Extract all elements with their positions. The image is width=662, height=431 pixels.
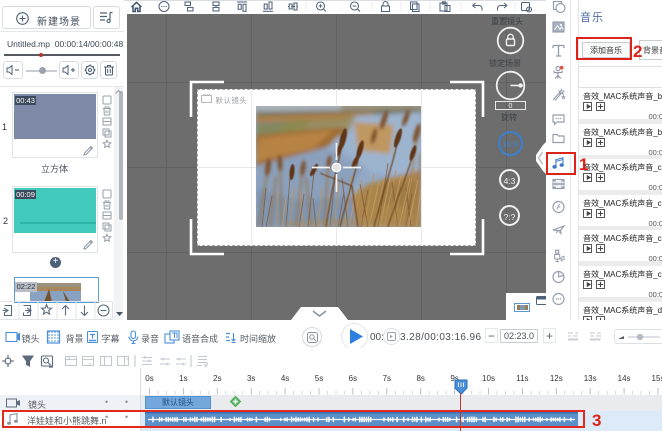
- svg-text:0s: 0s: [145, 374, 153, 383]
- svg-text:背景: 背景: [66, 333, 84, 344]
- svg-text:13s: 13s: [584, 374, 597, 383]
- svg-text:12s: 12s: [550, 374, 563, 383]
- svg-text:10s: 10s: [482, 374, 495, 383]
- svg-text:时间缩放: 时间缩放: [240, 333, 276, 344]
- svg-text:语音合成: 语音合成: [182, 333, 218, 344]
- svg-text:镜头: 镜头: [22, 333, 40, 344]
- svg-text:8s: 8s: [416, 374, 424, 383]
- svg-text:7s: 7s: [383, 374, 391, 383]
- svg-text:2s: 2s: [213, 374, 221, 383]
- svg-text:14s: 14s: [618, 374, 631, 383]
- svg-text:字幕: 字幕: [102, 333, 120, 344]
- svg-text:4s: 4s: [281, 374, 289, 383]
- svg-text:录音: 录音: [141, 333, 159, 344]
- svg-text:15s: 15s: [652, 374, 662, 383]
- svg-text:11s: 11s: [516, 374, 528, 383]
- svg-text:3s: 3s: [247, 374, 255, 383]
- svg-text:5s: 5s: [315, 374, 323, 383]
- svg-text:6s: 6s: [349, 374, 357, 383]
- svg-text:1s: 1s: [179, 374, 187, 383]
